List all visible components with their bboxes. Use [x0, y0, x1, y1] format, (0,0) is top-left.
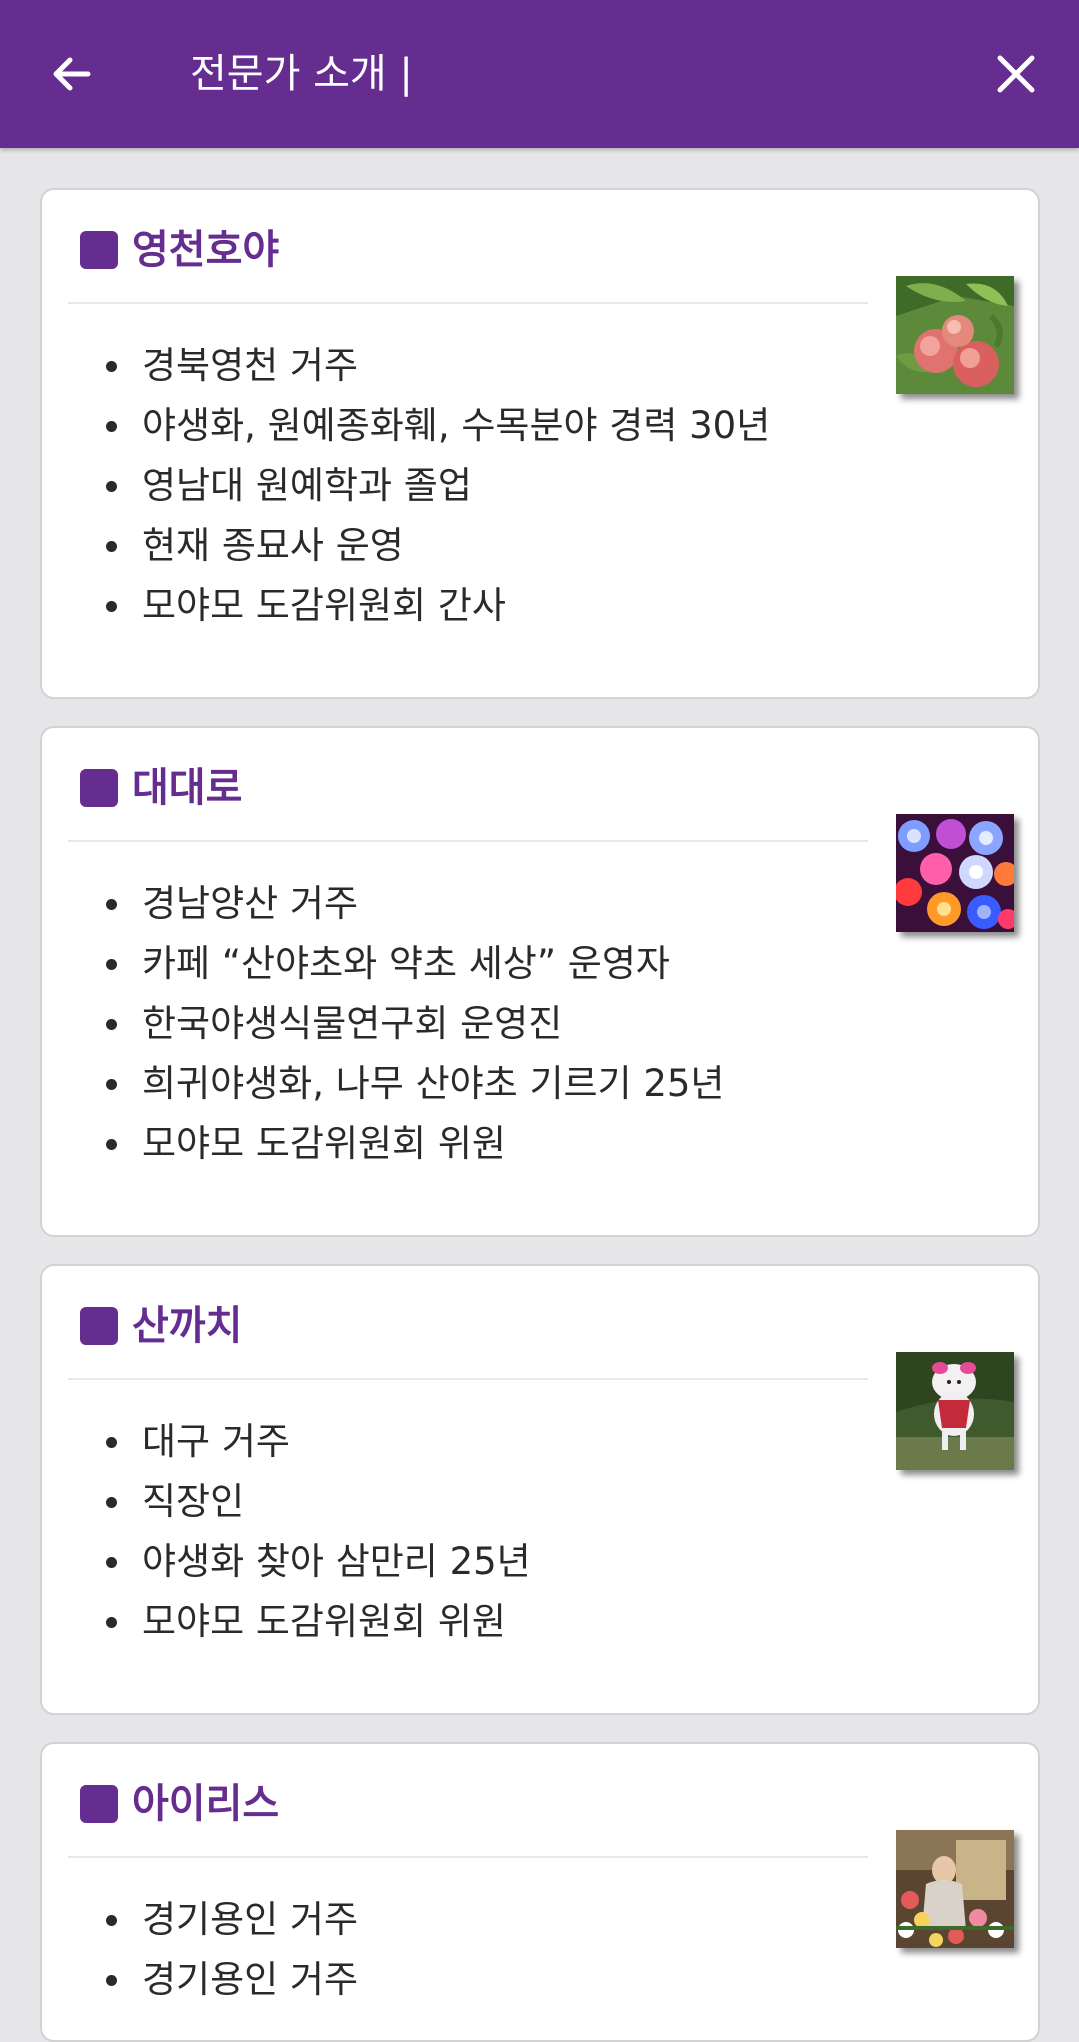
bullet-square-icon	[80, 231, 118, 269]
list-item: 대구 거주	[106, 1412, 531, 1472]
expert-photo[interactable]	[896, 814, 1014, 932]
list-item: 야생화, 원예종화훼, 수목분야 경력 30년	[105, 396, 770, 456]
close-button[interactable]	[988, 46, 1044, 102]
expert-photo[interactable]	[896, 276, 1014, 394]
divider	[68, 1856, 868, 1858]
expert-photo[interactable]	[896, 1352, 1014, 1470]
expert-card: 아이리스 경기용인 거주 경기용인 거주	[40, 1742, 1040, 2042]
divider	[68, 302, 868, 304]
back-button[interactable]	[44, 46, 100, 102]
expert-card: 대대로 경남양산 거주 카페 “산야초와 약초 세상” 운영자 한국야생식물연구…	[40, 726, 1040, 1237]
list-item: 한국야생식물연구회 운영진	[105, 994, 724, 1054]
list-item: 모야모 도감위원회 간사	[105, 576, 770, 636]
expert-card: 산까치 대구 거주 직장인 야생화 찾아 삼만리 25년 모야모 도감위원회 위…	[40, 1264, 1040, 1715]
expert-header: 산까치	[80, 1298, 242, 1354]
expert-name: 아이리스	[132, 1781, 280, 1827]
expert-header: 아이리스	[80, 1776, 279, 1832]
list-item: 카페 “산야초와 약초 세상” 운영자	[105, 934, 724, 994]
bullet-square-icon	[80, 1785, 118, 1823]
divider	[68, 1378, 868, 1380]
list-item: 야생화 찾아 삼만리 25년	[106, 1532, 531, 1592]
expert-details: 경남양산 거주 카페 “산야초와 약초 세상” 운영자 한국야생식물연구회 운영…	[42, 874, 724, 1174]
list-item: 희귀야생화, 나무 산야초 기르기 25년	[105, 1054, 724, 1114]
expert-details: 대구 거주 직장인 야생화 찾아 삼만리 25년 모야모 도감위원회 위원	[42, 1412, 531, 1652]
list-item: 모야모 도감위원회 위원	[105, 1114, 724, 1174]
list-item: 현재 종묘사 운영	[105, 516, 770, 576]
close-icon	[997, 55, 1035, 93]
app-bar: 전문가 소개 |	[0, 0, 1079, 148]
expert-name: 영천호야	[132, 227, 280, 273]
expert-card: 영천호야 경북영천 거주 야생화, 원예종화훼, 수목분야 경력 30년 영남대…	[40, 188, 1040, 699]
list-item: 경남양산 거주	[105, 874, 724, 934]
arrow-left-icon	[53, 57, 91, 91]
list-item: 경기용인 거주	[105, 1950, 358, 2010]
list-item: 경북영천 거주	[105, 336, 770, 396]
expert-details: 경북영천 거주 야생화, 원예종화훼, 수목분야 경력 30년 영남대 원예학과…	[42, 336, 770, 636]
expert-name: 산까치	[132, 1303, 243, 1349]
expert-details: 경기용인 거주 경기용인 거주	[42, 1890, 358, 2010]
list-item: 경기용인 거주	[105, 1890, 358, 1950]
divider	[68, 840, 868, 842]
page-title: 전문가 소개 |	[190, 51, 413, 97]
expert-header: 대대로	[80, 760, 242, 816]
expert-photo[interactable]	[896, 1830, 1014, 1948]
expert-header: 영천호야	[80, 222, 279, 278]
expert-name: 대대로	[132, 765, 243, 811]
bullet-square-icon	[80, 769, 118, 807]
bullet-square-icon	[80, 1307, 118, 1345]
list-item: 직장인	[106, 1472, 531, 1532]
list-item: 영남대 원예학과 졸업	[105, 456, 770, 516]
list-item: 모야모 도감위원회 위원	[106, 1592, 531, 1652]
